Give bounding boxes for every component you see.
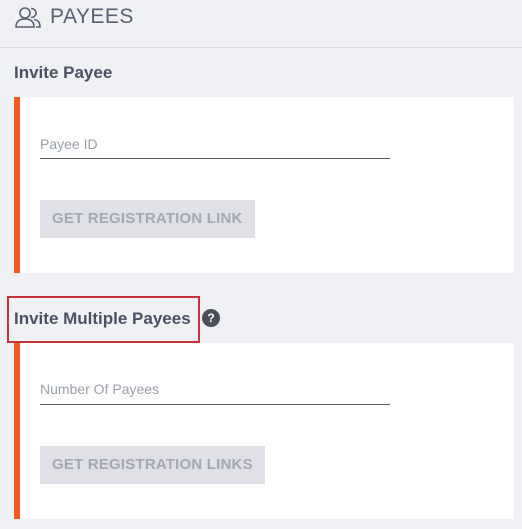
- help-icon[interactable]: ?: [202, 309, 220, 327]
- invite-multiple-payees-title: Invite Multiple Payees: [14, 309, 191, 328]
- payee-id-underline: [40, 158, 390, 159]
- number-of-payees-underline: [40, 404, 390, 405]
- get-registration-link-button[interactable]: GET REGISTRATION LINK: [40, 200, 255, 238]
- page-header: PAYEES: [0, 0, 522, 48]
- get-registration-links-button[interactable]: GET REGISTRATION LINKS: [40, 446, 265, 484]
- page-title: PAYEES: [50, 5, 134, 28]
- number-of-payees-input[interactable]: Number Of Payees: [40, 380, 159, 398]
- users-icon: [15, 7, 41, 28]
- invite-multiple-card: Number Of Payees GET REGISTRATION LINKS: [14, 343, 514, 519]
- invite-payee-title: Invite Payee: [14, 63, 113, 82]
- invite-payee-card: Payee ID GET REGISTRATION LINK: [14, 97, 514, 273]
- payee-id-input[interactable]: Payee ID: [40, 135, 98, 153]
